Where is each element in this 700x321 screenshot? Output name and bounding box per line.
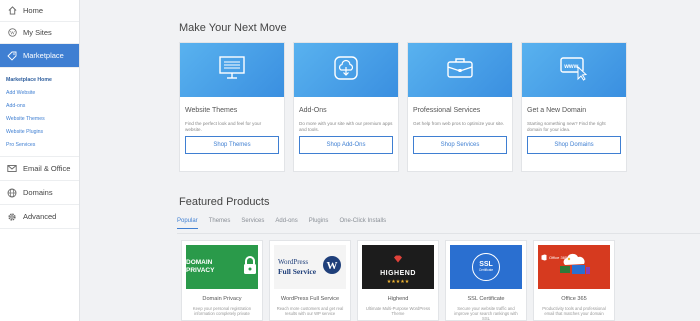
card-website-themes: Website Themes Find the perfect look and… bbox=[179, 42, 285, 172]
submenu-website-themes[interactable]: Website Themes bbox=[6, 113, 79, 126]
tag-icon bbox=[7, 51, 17, 61]
next-move-title: Make Your Next Move bbox=[179, 22, 287, 34]
product-image: DOMAIN PRIVACY bbox=[186, 245, 258, 289]
submenu-add-website[interactable]: Add Website bbox=[6, 87, 79, 100]
shop-domains-button[interactable]: Shop Domains bbox=[527, 136, 621, 154]
svg-text:W: W bbox=[10, 31, 15, 36]
product-description: Productivity tools and professional emai… bbox=[542, 306, 606, 317]
product-description: Reach more customers and get real result… bbox=[276, 306, 344, 317]
office-icon bbox=[541, 248, 547, 266]
submenu-website-plugins[interactable]: Website Plugins bbox=[6, 126, 79, 139]
main-content: Make Your Next Move Website Themes Find … bbox=[80, 0, 700, 321]
submenu-marketplace-home[interactable]: Marketplace Home bbox=[6, 74, 79, 87]
monitor-icon bbox=[218, 55, 246, 86]
gear-icon bbox=[7, 212, 17, 222]
card-description: Starting something new? Find the right d… bbox=[527, 121, 606, 132]
tab-popular[interactable]: Popular bbox=[177, 218, 198, 229]
mail-icon bbox=[7, 164, 17, 174]
tabs-divider bbox=[177, 233, 700, 234]
featured-tabs: Popular Themes Services Add-ons Plugins … bbox=[177, 218, 397, 229]
card-description: Do more with your site with our premium … bbox=[299, 121, 393, 132]
sidebar-item-domains[interactable]: Domains bbox=[0, 181, 79, 205]
marketplace-submenu: Marketplace Home Add Website Add-ons Web… bbox=[0, 68, 79, 157]
shop-themes-button[interactable]: Shop Themes bbox=[185, 136, 279, 154]
product-description: Secure your website traffic and improve … bbox=[454, 306, 518, 321]
card-title: Professional Services bbox=[413, 107, 481, 114]
product-image-text: WordPress Full Service bbox=[277, 258, 317, 276]
wordpress-icon: W bbox=[7, 28, 17, 38]
tab-themes[interactable]: Themes bbox=[209, 218, 231, 229]
card-hero bbox=[294, 43, 398, 97]
home-icon bbox=[7, 6, 17, 16]
product-image: HIGHEND ★★★★★ bbox=[362, 245, 434, 289]
card-add-ons: Add-Ons Do more with your site with our … bbox=[293, 42, 399, 172]
card-new-domain: www. Get a New Domain Starting something… bbox=[521, 42, 627, 172]
product-image-text: DOMAIN PRIVACY bbox=[186, 259, 215, 274]
lock-icon bbox=[242, 255, 258, 280]
product-description: Ultimate Multi-Purpose WordPress Theme bbox=[365, 306, 431, 317]
product-domain-privacy[interactable]: DOMAIN PRIVACY Domain Privacy Keep your … bbox=[181, 240, 263, 321]
product-image: Office 365 bbox=[538, 245, 610, 289]
sidebar-item-email-office[interactable]: Email & Office bbox=[0, 157, 79, 181]
card-description: Get help from web pros to optimize your … bbox=[413, 121, 505, 126]
svg-text:W: W bbox=[327, 260, 338, 272]
card-title: Get a New Domain bbox=[527, 107, 587, 114]
product-description: Keep your personal registration informat… bbox=[192, 306, 252, 317]
tab-services[interactable]: Services bbox=[241, 218, 264, 229]
product-image: SSL Certificate bbox=[450, 245, 522, 289]
tab-add-ons[interactable]: Add-ons bbox=[275, 218, 297, 229]
sidebar: Home W My Sites Marketplace Marketplace … bbox=[0, 0, 80, 321]
product-wordpress-full-service[interactable]: WordPress Full Service W WordPress Full … bbox=[269, 240, 351, 321]
product-ssl-certificate[interactable]: SSL Certificate SSL Certificate Secure y… bbox=[445, 240, 527, 321]
card-title: Add-Ons bbox=[299, 107, 327, 114]
sidebar-item-label: Marketplace bbox=[23, 51, 64, 60]
product-office-365[interactable]: Office 365 Office 365 Productivity tools… bbox=[533, 240, 615, 321]
sidebar-item-home[interactable]: Home bbox=[0, 0, 79, 22]
featured-products-title: Featured Products bbox=[179, 196, 270, 208]
product-image-text: HIGHEND bbox=[380, 269, 416, 277]
shop-services-button[interactable]: Shop Services bbox=[413, 136, 507, 154]
tab-plugins[interactable]: Plugins bbox=[309, 218, 329, 229]
product-image: WordPress Full Service W bbox=[274, 245, 346, 289]
card-title: Website Themes bbox=[185, 107, 238, 114]
sidebar-item-label: Home bbox=[23, 6, 44, 15]
gem-icon bbox=[393, 250, 403, 268]
sidebar-item-marketplace[interactable]: Marketplace bbox=[0, 44, 79, 68]
product-highend[interactable]: HIGHEND ★★★★★ Highend Ultimate Multi-Pur… bbox=[357, 240, 439, 321]
sidebar-item-my-sites[interactable]: W My Sites bbox=[0, 22, 79, 44]
office-365-logo: Office 365 bbox=[541, 248, 567, 266]
www-cursor-icon: www. bbox=[559, 55, 589, 86]
globe-icon bbox=[7, 188, 17, 198]
card-hero bbox=[180, 43, 284, 97]
sidebar-item-advanced[interactable]: Advanced bbox=[0, 205, 79, 229]
ssl-badge-icon: SSL Certificate bbox=[472, 253, 500, 281]
card-hero: www. bbox=[522, 43, 626, 97]
briefcase-icon bbox=[446, 56, 474, 85]
submenu-add-ons[interactable]: Add-ons bbox=[6, 100, 79, 113]
shop-add-ons-button[interactable]: Shop Add-Ons bbox=[299, 136, 393, 154]
sidebar-item-label: Email & Office bbox=[23, 164, 71, 173]
rating-stars: ★★★★★ bbox=[386, 278, 410, 285]
card-hero bbox=[408, 43, 512, 97]
wordpress-logo-icon: W bbox=[322, 255, 342, 280]
download-cloud-icon bbox=[333, 55, 359, 86]
sidebar-item-label: My Sites bbox=[23, 28, 52, 37]
tab-one-click-installs[interactable]: One-Click Installs bbox=[339, 218, 386, 229]
product-name: WordPress Full Service bbox=[280, 296, 340, 302]
sidebar-item-label: Domains bbox=[23, 188, 53, 197]
sidebar-item-label: Advanced bbox=[23, 212, 57, 221]
submenu-pro-services[interactable]: Pro Services bbox=[6, 139, 79, 152]
card-description: Find the perfect look and feel for your … bbox=[185, 121, 262, 132]
card-professional-services: Professional Services Get help from web … bbox=[407, 42, 513, 172]
